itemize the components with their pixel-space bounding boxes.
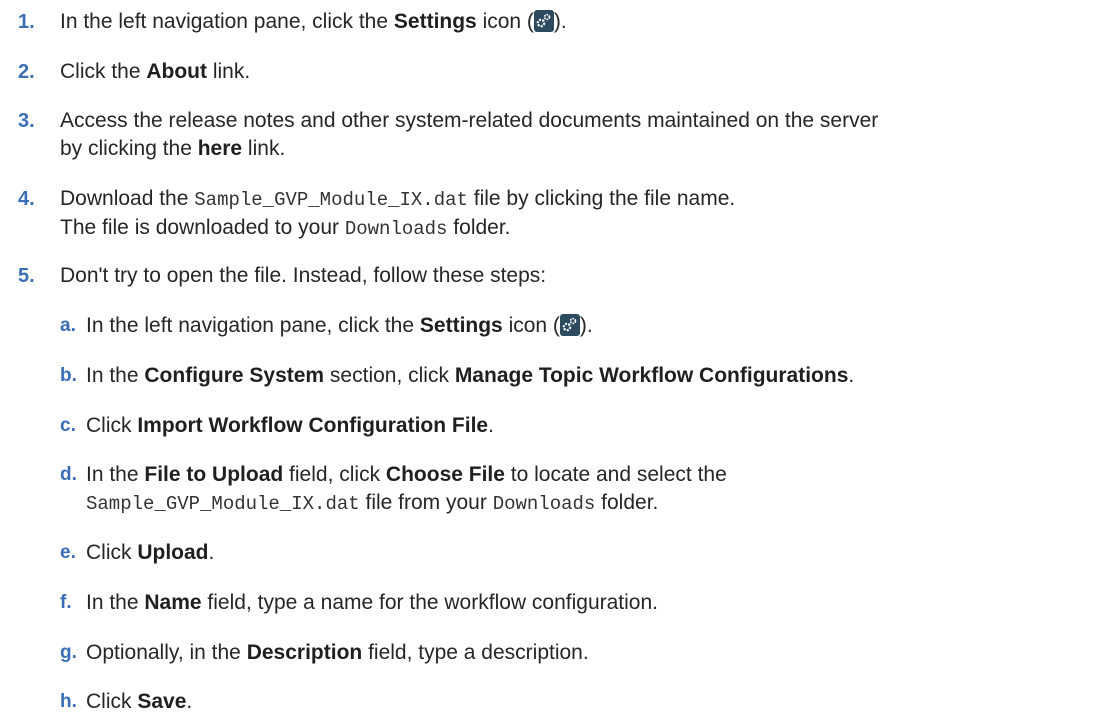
text-run: In the left navigation pane, click the xyxy=(86,314,420,337)
text-run: Download the xyxy=(60,187,195,210)
text-run: field, click xyxy=(283,463,386,486)
text-run: Click the xyxy=(60,60,147,83)
substep-text: In the Name field, type a name for the w… xyxy=(86,589,658,617)
step-number: 2. xyxy=(18,61,35,83)
text-run: to locate and select the xyxy=(504,463,727,486)
text-run: icon ( xyxy=(502,314,560,337)
ui-term: Name xyxy=(144,591,202,614)
ui-term: here xyxy=(197,137,243,160)
ui-term: Upload xyxy=(137,541,209,564)
file-name: Sample_GVP_Module_IX.dat xyxy=(86,493,360,515)
file-name: Sample_GVP_Module_IX.dat xyxy=(194,189,468,211)
text-run: Click xyxy=(86,541,138,564)
text-run: . xyxy=(848,364,855,387)
step-text: Don't try to open the file. Instead, fol… xyxy=(60,264,547,287)
ui-term: Save xyxy=(137,690,187,713)
ui-term: About xyxy=(146,60,208,83)
step-number: 1. xyxy=(18,11,35,33)
text-run: . xyxy=(186,690,193,713)
text-run: file by clicking the file name. xyxy=(467,187,736,210)
text-run: file from your xyxy=(359,491,493,514)
ui-term: Import Workflow Configuration File xyxy=(137,414,489,437)
substep-letter: e. xyxy=(60,542,76,563)
text-run: ). xyxy=(579,314,593,337)
ui-term: Manage Topic Workflow Configurations xyxy=(454,364,849,387)
substep-text: Optionally, in the Description field, ty… xyxy=(86,639,589,667)
text-run: by clicking the xyxy=(60,137,198,160)
ui-term: Settings xyxy=(393,10,477,33)
substep-letter: f. xyxy=(60,592,72,613)
step-text: Access the release notes and other syste… xyxy=(60,107,878,163)
substep-text: In the File to Upload field, click Choos… xyxy=(86,461,727,518)
substep-text: In the Configure System section, click M… xyxy=(86,362,854,390)
text-run: Click xyxy=(86,690,138,713)
step-number: 5. xyxy=(18,265,35,287)
substep-letter: d. xyxy=(60,464,77,485)
text-run: folder. xyxy=(595,491,659,514)
text-run: The file is downloaded to your xyxy=(60,216,345,239)
step-text: Click the About link. xyxy=(60,58,250,86)
text-run: In the left navigation pane, click the xyxy=(60,10,394,33)
step-text: In the left navigation pane, click the S… xyxy=(60,8,567,36)
text-run: icon ( xyxy=(476,10,534,33)
step-text: Download the Sample_GVP_Module_IX.dat fi… xyxy=(60,185,735,243)
text-run: section, click xyxy=(324,364,455,387)
procedure-document: 1. In the left navigation pane, click th… xyxy=(0,0,1112,724)
text-run: link. xyxy=(207,60,251,83)
text-run: Access the release notes and other syste… xyxy=(60,109,879,132)
substep-text: Click Upload. xyxy=(86,539,214,567)
substep-text: Click Import Workflow Configuration File… xyxy=(86,412,494,440)
text-run: field, type a name for the workflow conf… xyxy=(201,591,658,614)
folder-name: Downloads xyxy=(492,493,596,515)
folder-name: Downloads xyxy=(344,218,448,240)
text-run: Click xyxy=(86,414,138,437)
text-run: folder. xyxy=(447,216,511,239)
ui-term: Configure System xyxy=(144,364,325,387)
text-run: link. xyxy=(242,137,286,160)
text-run: . xyxy=(488,414,494,437)
ui-term: File to Upload xyxy=(144,463,284,486)
settings-icon xyxy=(559,314,580,336)
text-run: field, type a description. xyxy=(362,641,589,664)
text-run: In the xyxy=(86,364,145,387)
text-run: Optionally, in the xyxy=(86,641,247,664)
substep-letter: g. xyxy=(60,642,77,663)
substep-letter: b. xyxy=(60,365,77,386)
text-run: In the xyxy=(86,463,145,486)
ui-term: Settings xyxy=(419,314,503,337)
substep-letter: a. xyxy=(60,315,76,336)
text-run: . xyxy=(208,541,215,564)
substep-text: Click Save. xyxy=(86,688,192,716)
text-run: ). xyxy=(553,10,567,33)
substep-text: In the left navigation pane, click the S… xyxy=(86,312,593,340)
substep-letter: h. xyxy=(60,691,77,712)
substep-letter: c. xyxy=(60,415,76,436)
ui-term: Choose File xyxy=(385,463,505,486)
step-number: 4. xyxy=(18,188,35,210)
text-run: In the xyxy=(86,591,145,614)
settings-icon xyxy=(533,10,554,32)
step-number: 3. xyxy=(18,110,35,132)
ui-term: Description xyxy=(246,641,363,664)
